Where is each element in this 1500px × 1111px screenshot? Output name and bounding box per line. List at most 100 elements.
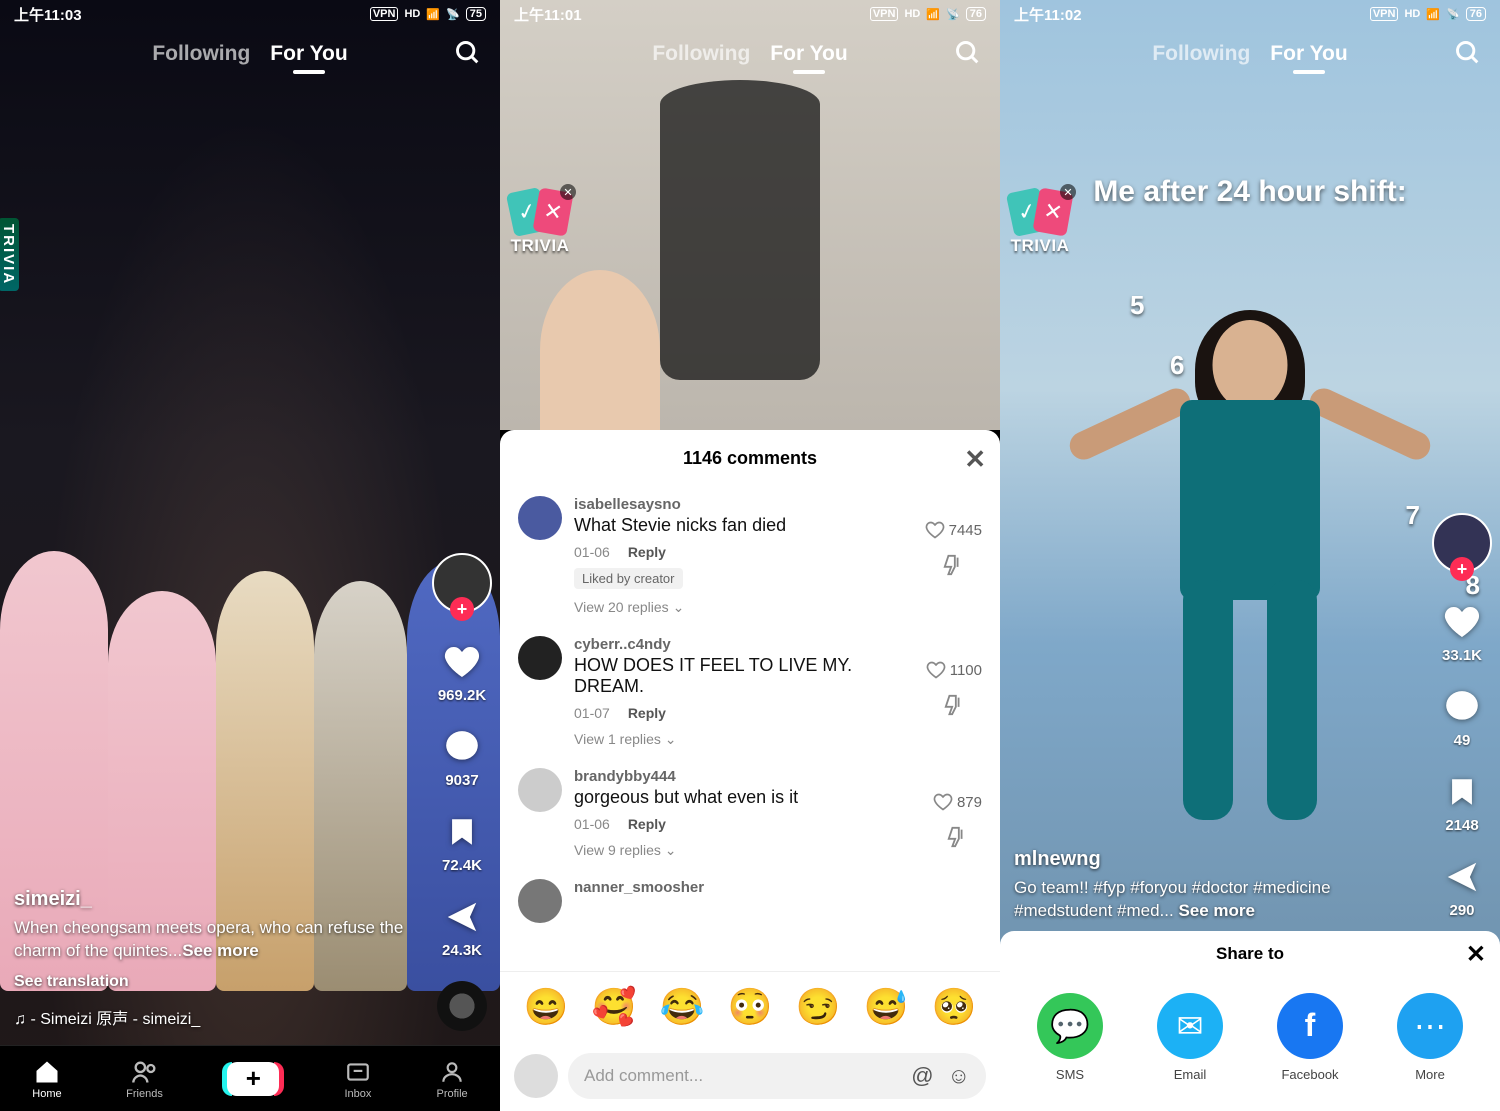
react-emoji[interactable]: 😅 xyxy=(864,986,909,1028)
close-icon[interactable]: ✕ xyxy=(1060,184,1076,200)
share-sms[interactable]: 💬 SMS xyxy=(1037,993,1103,1082)
commenter-avatar[interactable] xyxy=(518,496,562,540)
close-icon[interactable]: ✕ xyxy=(560,184,576,200)
person-face xyxy=(540,270,660,430)
comment-like-button[interactable]: 879 xyxy=(933,792,982,812)
see-translation[interactable]: See translation xyxy=(14,973,410,991)
comment-item: cyberr..c4ndy HOW DOES IT FEEL TO LIVE M… xyxy=(518,626,982,758)
view-replies[interactable]: View 20 replies ⌄ xyxy=(574,599,913,616)
comment-like-button[interactable]: 7445 xyxy=(925,520,982,540)
tab-foryou[interactable]: For You xyxy=(260,42,357,66)
tab-following[interactable]: Following xyxy=(142,42,260,66)
nav-profile[interactable]: Profile xyxy=(436,1058,467,1100)
nav-inbox[interactable]: Inbox xyxy=(344,1058,372,1100)
sound-label[interactable]: ♫ - Simeizi 原声 - simeizi_ xyxy=(14,1005,410,1029)
caption-area: mlnewng Go team!! #fyp #foryou #doctor #… xyxy=(1014,848,1400,923)
share-button[interactable]: 290 xyxy=(1441,856,1483,919)
mention-icon[interactable]: @ xyxy=(911,1063,933,1089)
comment-text: HOW DOES IT FEEL TO LIVE MY. DREAM. xyxy=(574,655,914,697)
react-emoji[interactable]: 😳 xyxy=(728,986,773,1028)
commenter-username[interactable]: nanner_smoosher xyxy=(574,879,982,896)
comment-placeholder: Add comment... xyxy=(584,1066,703,1086)
comment-input[interactable]: Add comment... @ ☺ xyxy=(568,1053,986,1099)
like-button[interactable]: 969.2K xyxy=(438,641,486,704)
status-bar: 上午11:01 VPN HD 📶 📡 76 xyxy=(500,0,1000,28)
sound-disc[interactable] xyxy=(437,981,487,1031)
dislike-icon[interactable] xyxy=(942,554,964,576)
creator-avatar[interactable]: + xyxy=(1432,513,1492,573)
share-button[interactable]: 24.3K xyxy=(441,896,483,959)
self-avatar[interactable] xyxy=(514,1054,558,1098)
tab-foryou[interactable]: For You xyxy=(1260,42,1357,66)
comments-list[interactable]: isabellesaysno What Stevie nicks fan die… xyxy=(500,486,1000,971)
emoji-reaction-bar: 😄 🥰 😂 😳 😏 😅 🥺 xyxy=(500,971,1000,1041)
tab-foryou[interactable]: For You xyxy=(760,42,857,66)
dislike-icon[interactable] xyxy=(943,694,965,716)
react-emoji[interactable]: 🥺 xyxy=(932,986,977,1028)
commenter-avatar[interactable] xyxy=(518,636,562,680)
reply-button[interactable]: Reply xyxy=(628,816,666,832)
commenter-avatar[interactable] xyxy=(518,768,562,812)
see-more[interactable]: See more xyxy=(182,941,259,960)
liked-by-creator-badge: Liked by creator xyxy=(574,568,683,589)
tab-following[interactable]: Following xyxy=(642,42,760,66)
creator-username[interactable]: mlnewng xyxy=(1014,848,1400,871)
like-button[interactable]: 33.1K xyxy=(1441,601,1483,664)
tab-following[interactable]: Following xyxy=(1142,42,1260,66)
status-bar: 上午11:03 VPN HD 📶 📡 75 xyxy=(0,0,500,28)
close-icon[interactable]: ✕ xyxy=(964,444,986,475)
share-email[interactable]: ✉ Email xyxy=(1157,993,1223,1082)
follow-button[interactable]: + xyxy=(1450,557,1474,581)
view-replies[interactable]: View 1 replies ⌄ xyxy=(574,731,914,748)
nav-friends[interactable]: Friends xyxy=(126,1058,163,1100)
overlay-number: 5 xyxy=(1130,290,1144,321)
reply-button[interactable]: Reply xyxy=(628,705,666,721)
see-more[interactable]: See more xyxy=(1178,901,1255,920)
commenter-avatar[interactable] xyxy=(518,879,562,923)
creator-username[interactable]: simeizi_ xyxy=(14,888,410,911)
trivia-badge[interactable]: ✓✕ ✕ TRIVIA xyxy=(510,190,570,256)
caption-text[interactable]: Go team!! #fyp #foryou #doctor #medicine… xyxy=(1014,877,1400,923)
share-count: 24.3K xyxy=(442,942,482,959)
dislike-icon[interactable] xyxy=(946,826,968,848)
commenter-username[interactable]: cyberr..c4ndy xyxy=(574,636,914,653)
nav-home[interactable]: Home xyxy=(32,1058,61,1100)
status-icons: VPN HD 📶 📡 76 xyxy=(1370,7,1486,21)
share-more[interactable]: ⋯ More xyxy=(1397,993,1463,1082)
feed-tabs: Following For You xyxy=(500,42,1000,66)
emoji-icon[interactable]: ☺ xyxy=(948,1063,970,1089)
search-icon[interactable] xyxy=(954,39,982,67)
comments-button[interactable]: 9037 xyxy=(441,726,483,789)
trivia-badge[interactable]: TRIVIA xyxy=(0,218,19,291)
react-emoji[interactable]: 🥰 xyxy=(592,986,637,1028)
inbox-icon xyxy=(344,1058,372,1086)
commenter-username[interactable]: brandybby444 xyxy=(574,768,921,785)
comment-date: 01-07 xyxy=(574,705,610,721)
creator-avatar[interactable]: + xyxy=(432,553,492,613)
action-rail: + 969.2K 9037 72.4K 24.3K xyxy=(432,553,492,1031)
follow-button[interactable]: + xyxy=(450,597,474,621)
reply-button[interactable]: Reply xyxy=(628,544,666,560)
view-replies[interactable]: View 9 replies ⌄ xyxy=(574,842,921,859)
react-emoji[interactable]: 😏 xyxy=(796,986,841,1028)
trivia-label: TRIVIA xyxy=(511,236,570,256)
like-count: 969.2K xyxy=(438,687,486,704)
share-count: 290 xyxy=(1449,902,1474,919)
search-icon[interactable] xyxy=(1454,39,1482,67)
close-icon[interactable]: ✕ xyxy=(1466,940,1486,969)
commenter-username[interactable]: isabellesaysno xyxy=(574,496,913,513)
react-emoji[interactable]: 😄 xyxy=(524,986,569,1028)
search-icon[interactable] xyxy=(454,39,482,67)
trivia-badge[interactable]: ✓✕ ✕ TRIVIA xyxy=(1010,190,1070,256)
react-emoji[interactable]: 😂 xyxy=(660,986,705,1028)
comment-like-button[interactable]: 1100 xyxy=(926,660,982,680)
save-button[interactable]: 2148 xyxy=(1441,771,1483,834)
comments-button[interactable]: 49 xyxy=(1441,686,1483,749)
comments-sheet: 1146 comments ✕ isabellesaysno What Stev… xyxy=(500,430,1000,1111)
hd-icon: HD xyxy=(1404,8,1420,20)
battery-icon: 75 xyxy=(466,7,486,21)
share-facebook[interactable]: f Facebook xyxy=(1277,993,1343,1082)
caption-text[interactable]: When cheongsam meets opera, who can refu… xyxy=(14,917,410,963)
save-button[interactable]: 72.4K xyxy=(441,811,483,874)
nav-post[interactable]: + xyxy=(227,1062,279,1096)
